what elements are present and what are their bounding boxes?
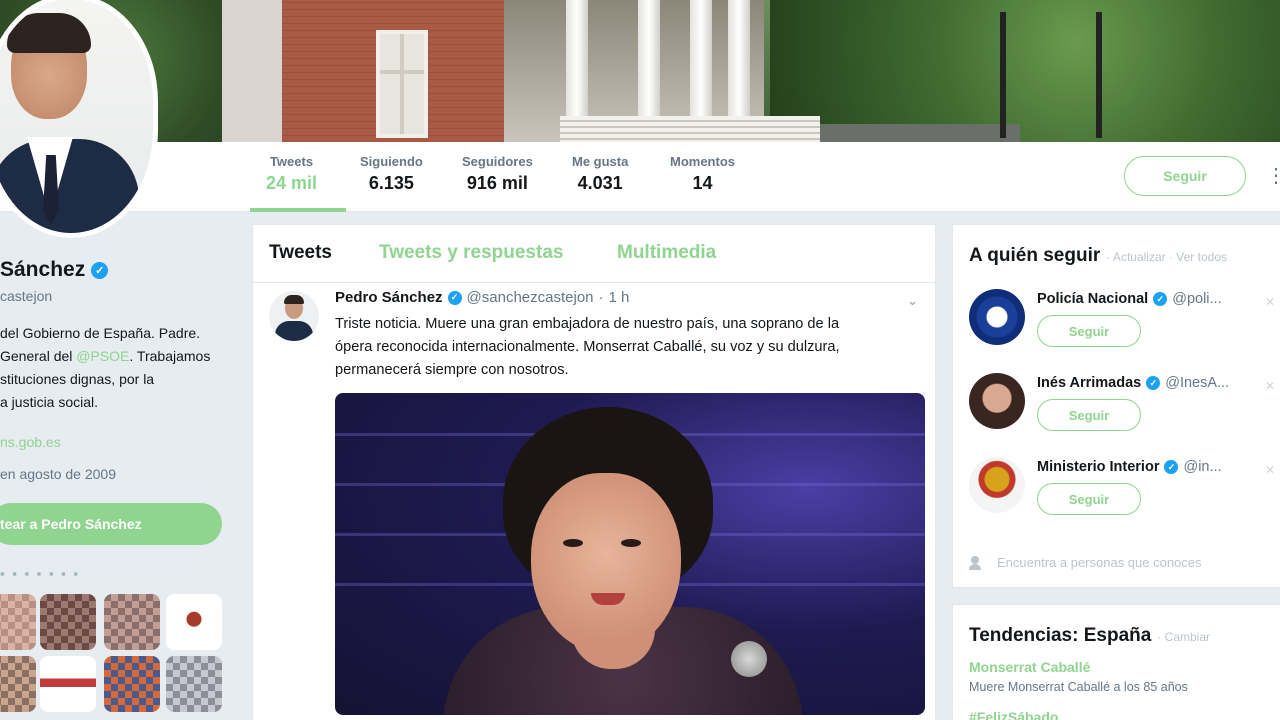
bio-mention-link[interactable]: @PSOE	[76, 348, 129, 364]
suggestion-name-text: Policía Nacional	[1037, 291, 1149, 307]
stat-label: Tweets	[269, 154, 314, 169]
stat-label: Siguiendo	[360, 154, 423, 169]
close-icon[interactable]: ✕	[1265, 379, 1275, 393]
stat-label: Momentos	[670, 154, 735, 169]
follow-button[interactable]: Seguir	[1124, 156, 1246, 196]
stat-value: 916 mil	[466, 173, 528, 193]
trend-item[interactable]: Monserrat Caballé	[969, 659, 1090, 675]
verified-icon: ✓	[447, 290, 462, 305]
tweet-media-photo[interactable]	[335, 393, 925, 715]
stat-likes[interactable]: Me gusta 4.031	[572, 154, 628, 194]
followers-you-know-label: ▪ ▪ ▪ ▪ ▪ ▪ ▪	[0, 566, 80, 581]
suggestion-handle: @poli...	[1172, 291, 1222, 307]
tweet-text-line: ópera reconocida internacionalmente. Mon…	[335, 339, 840, 355]
tweet-author-name[interactable]: Pedro Sánchez	[335, 289, 443, 306]
close-icon[interactable]: ✕	[1265, 463, 1275, 477]
profile-handle: castejon	[0, 288, 53, 304]
trends-card: Tendencias: España · Cambiar Monserrat Ca…	[952, 604, 1280, 720]
suggestion-name-text: Inés Arrimadas	[1037, 375, 1142, 391]
stat-followers[interactable]: Seguidores 916 mil	[462, 154, 533, 194]
find-people-link[interactable]: Encuentra a personas que conoces	[969, 555, 1202, 570]
change-trends-link[interactable]: · Cambiar	[1157, 630, 1210, 644]
trend-item[interactable]: #FelizSábado	[969, 709, 1058, 720]
suggestion-follow-button[interactable]: Seguir	[1037, 399, 1141, 431]
suggestion-follow-button[interactable]: Seguir	[1037, 483, 1141, 515]
tab-tweets[interactable]: Tweets	[269, 242, 332, 264]
card-title-text: Tendencias: España	[969, 625, 1152, 646]
stat-value: 14	[692, 173, 713, 193]
tab-media[interactable]: Multimedia	[617, 242, 716, 264]
bio-text: General del	[0, 348, 77, 364]
who-to-follow-card: A quién seguir · Actualizar · Ver todos P…	[952, 224, 1280, 588]
profile-nav-bar: Tweets 24 mil Siguiendo 6.135 Seguidores…	[0, 142, 1280, 212]
tweet-to-button[interactable]: tear a Pedro Sánchez	[0, 503, 222, 545]
suggestion-name[interactable]: Inés Arrimadas ✓ @InesA...	[1037, 375, 1229, 391]
close-icon[interactable]: ✕	[1265, 295, 1275, 309]
tab-tweets-and-replies[interactable]: Tweets y respuestas	[379, 242, 563, 264]
suggestion-follow-button[interactable]: Seguir	[1037, 315, 1141, 347]
bio-text: . Trabajamos	[129, 348, 211, 364]
follower-avatar[interactable]	[40, 656, 96, 712]
stat-value: 24 mil	[266, 173, 318, 193]
follower-avatar[interactable]	[166, 594, 222, 650]
trends-title: Tendencias: España · Cambiar	[969, 625, 1210, 647]
follower-avatar[interactable]	[0, 656, 36, 712]
active-tab-indicator	[250, 208, 346, 212]
suggestion-name[interactable]: Ministerio Interior ✓ @in...	[1037, 459, 1222, 475]
follower-avatar[interactable]	[104, 656, 160, 712]
stat-moments[interactable]: Momentos 14	[670, 154, 735, 194]
profile-name-text: Sánchez	[0, 258, 86, 281]
suggestion-name[interactable]: Policía Nacional ✓ @poli...	[1037, 291, 1222, 307]
verified-icon: ✓	[1153, 292, 1168, 306]
tweet-timeline: Tweets Tweets y respuestas Multimedia Pe…	[252, 224, 936, 720]
profile-avatar[interactable]	[0, 0, 158, 238]
find-people-text: Encuentra a personas que conoces	[997, 555, 1202, 570]
people-icon	[969, 555, 987, 570]
stat-following[interactable]: Siguiendo 6.135	[360, 154, 423, 194]
tweet-separator: ·	[598, 289, 604, 306]
more-vertical-icon[interactable]: ⋮	[1266, 164, 1280, 188]
suggestion-avatar[interactable]	[969, 457, 1025, 513]
refresh-view-all-links[interactable]: · Actualizar · Ver todos	[1106, 250, 1227, 264]
follower-avatar[interactable]	[40, 594, 96, 650]
tweet-text: Triste noticia. Muere una gran embajador…	[335, 313, 911, 382]
follower-avatar[interactable]	[104, 594, 160, 650]
bio-line: stituciones dignas, por la	[0, 371, 155, 387]
tweet-text-line: permanecerá siempre con nosotros.	[335, 362, 569, 378]
suggestion-avatar[interactable]	[969, 373, 1025, 429]
suggestion-name-text: Ministerio Interior	[1037, 459, 1160, 475]
stat-label: Me gusta	[572, 154, 629, 169]
tweet-text-line: Triste noticia. Muere una gran embajador…	[335, 316, 840, 332]
tweet-author-handle[interactable]: @sanchezcastejon	[467, 289, 594, 306]
stat-tweets[interactable]: Tweets 24 mil	[266, 154, 317, 194]
stat-value: 6.135	[368, 173, 414, 193]
chevron-down-icon[interactable]: ⌄	[907, 293, 918, 309]
suggestion-handle: @InesA...	[1165, 375, 1230, 391]
bio-line: a justicia social.	[0, 394, 99, 410]
tweet-timestamp[interactable]: 1 h	[609, 289, 630, 306]
follower-avatar[interactable]	[166, 656, 222, 712]
who-to-follow-title: A quién seguir · Actualizar · Ver todos	[969, 245, 1227, 267]
stat-value: 4.031	[577, 173, 623, 193]
profile-name: Sánchez ✓	[0, 258, 109, 282]
profile-bio: del Gobierno de España. Padre. General d…	[0, 322, 240, 414]
verified-icon: ✓	[1164, 460, 1179, 474]
profile-join-date: en agosto de 2009	[0, 466, 116, 482]
card-title-text: A quién seguir	[969, 245, 1101, 266]
follower-avatar[interactable]	[0, 594, 36, 650]
verified-icon: ✓	[1146, 376, 1161, 390]
trend-description: Muere Monserrat Caballé a los 85 años	[969, 680, 1188, 694]
profile-header-photo	[0, 0, 1280, 142]
profile-website-link[interactable]: ns.gob.es	[0, 434, 61, 450]
suggestion-handle: @in...	[1183, 459, 1222, 475]
verified-icon: ✓	[91, 261, 109, 279]
stat-label: Seguidores	[462, 154, 533, 169]
tweet-header: Pedro Sánchez ✓ @sanchezcastejon · 1 h	[335, 289, 629, 306]
bio-line: del Gobierno de España. Padre.	[0, 325, 201, 341]
suggestion-avatar[interactable]	[969, 289, 1025, 345]
tweet-author-avatar[interactable]	[269, 291, 319, 341]
timeline-tabs: Tweets Tweets y respuestas Multimedia	[253, 225, 935, 283]
bio-line: General del @PSOE. Trabajamos	[0, 345, 240, 368]
